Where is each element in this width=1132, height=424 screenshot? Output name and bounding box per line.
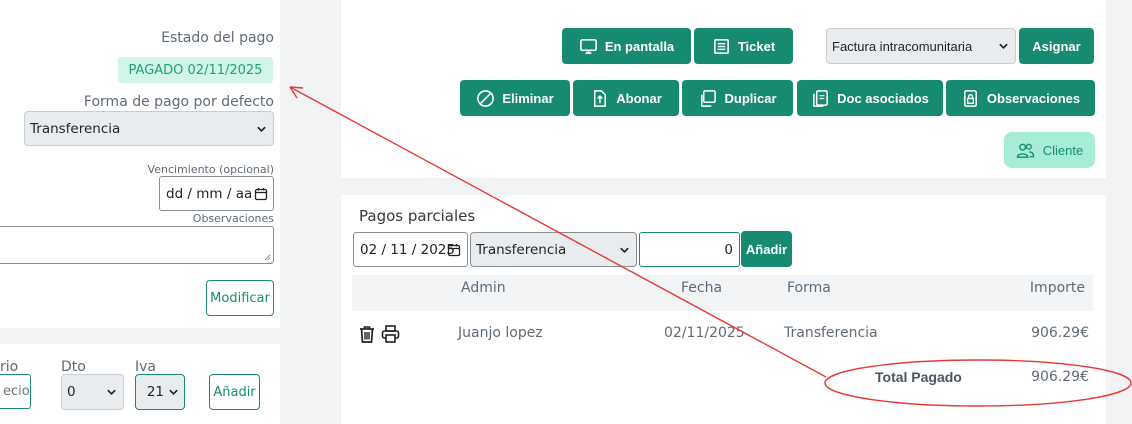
monitor-icon bbox=[579, 38, 597, 54]
status-badge: PAGADO 02/11/2025 bbox=[118, 57, 273, 83]
eliminar-label: Eliminar bbox=[502, 90, 554, 106]
precio-placeholder: ecio bbox=[3, 384, 30, 399]
cliente-button[interactable]: Cliente bbox=[1004, 132, 1095, 168]
observaciones-button[interactable]: Observaciones bbox=[946, 80, 1095, 116]
payment-method-value: Transferencia bbox=[30, 120, 121, 137]
total-pagado-value: 906.29€ bbox=[1031, 369, 1089, 385]
row-admin: Juanjo lopez bbox=[458, 325, 543, 341]
receipt-icon bbox=[713, 38, 729, 54]
vencimiento-label: Vencimiento (opcional) bbox=[147, 163, 274, 176]
precio-header: rio bbox=[0, 359, 19, 375]
vencimiento-date-input[interactable]: dd / mm / aaaa bbox=[159, 176, 274, 211]
payment-status-panel: Estado del pago PAGADO 02/11/2025 Forma … bbox=[0, 0, 280, 328]
abonar-label: Abonar bbox=[616, 90, 662, 106]
iva-header: Iva bbox=[135, 359, 156, 375]
col-forma: Forma bbox=[787, 280, 831, 296]
chevron-down-icon bbox=[999, 43, 1008, 50]
calendar-icon[interactable] bbox=[254, 187, 268, 201]
ticket-label: Ticket bbox=[737, 38, 776, 54]
doc-type-select[interactable]: Factura intracomunitaria bbox=[826, 28, 1016, 64]
observaciones-label: Observaciones bbox=[192, 212, 274, 225]
row-fecha: 02/11/2025 bbox=[664, 325, 745, 341]
add-line-button[interactable]: Añadir bbox=[209, 374, 260, 410]
documents-icon bbox=[813, 89, 829, 107]
doc-asociados-label: Doc asociados bbox=[837, 90, 929, 106]
modificar-button[interactable]: Modificar bbox=[206, 280, 274, 316]
cliente-label: Cliente bbox=[1042, 142, 1084, 158]
duplicar-label: Duplicar bbox=[724, 90, 777, 106]
pagos-title: Pagos parciales bbox=[359, 207, 476, 225]
abonar-button[interactable]: Abonar bbox=[573, 80, 679, 116]
trash-icon[interactable] bbox=[357, 324, 377, 344]
forma-label: Forma de pago por defecto bbox=[83, 94, 274, 110]
dto-value: 0 bbox=[67, 384, 76, 400]
dto-header: Dto bbox=[61, 359, 86, 375]
payment-date-value: 02 / 11 / 2025 bbox=[360, 241, 455, 258]
printer-icon[interactable] bbox=[380, 324, 401, 344]
observaciones-button-label: Observaciones bbox=[986, 90, 1081, 106]
users-icon bbox=[1016, 143, 1035, 158]
ban-icon bbox=[477, 89, 495, 107]
chevron-down-icon bbox=[107, 389, 116, 396]
payment-method-select-partial[interactable]: Transferencia bbox=[470, 232, 637, 267]
line-entry-panel: rio ecio Dto 0 Iva 21 Añadir bbox=[0, 344, 280, 424]
calendar-icon[interactable] bbox=[447, 243, 461, 257]
row-importe: 906.29€ bbox=[1031, 325, 1089, 341]
ticket-button[interactable]: Ticket bbox=[694, 28, 793, 64]
duplicar-button[interactable]: Duplicar bbox=[682, 80, 793, 116]
chevron-down-icon bbox=[620, 247, 629, 253]
en-pantalla-button[interactable]: En pantalla bbox=[562, 28, 691, 64]
pagos-parciales-panel: Pagos parciales 02 / 11 / 2025 Transfere… bbox=[341, 195, 1106, 424]
add-payment-button[interactable]: Añadir bbox=[741, 231, 792, 267]
resize-handle-icon[interactable] bbox=[264, 254, 271, 261]
actions-panel: En pantalla Ticket Factura intracomunita… bbox=[341, 0, 1106, 178]
col-fecha: Fecha bbox=[681, 280, 723, 296]
file-upload-icon bbox=[594, 89, 607, 107]
eliminar-button[interactable]: Eliminar bbox=[460, 80, 570, 116]
annotation-arrowhead bbox=[289, 86, 304, 99]
col-admin: Admin bbox=[461, 280, 506, 296]
estado-label: Estado del pago bbox=[161, 30, 274, 46]
payment-method-select[interactable]: Transferencia bbox=[24, 111, 274, 146]
col-importe: Importe bbox=[1029, 280, 1085, 296]
precio-input[interactable]: ecio bbox=[0, 374, 31, 409]
payment-date-input[interactable]: 02 / 11 / 2025 bbox=[353, 232, 468, 267]
lock-icon bbox=[963, 89, 977, 107]
doc-asociados-button[interactable]: Doc asociados bbox=[797, 80, 943, 116]
copy-icon bbox=[701, 89, 717, 107]
total-pagado-label: Total Pagado bbox=[875, 369, 962, 385]
chevron-down-icon bbox=[169, 389, 178, 396]
observaciones-textarea[interactable] bbox=[0, 226, 274, 264]
asignar-button[interactable]: Asignar bbox=[1019, 28, 1094, 64]
payment-method-partial-value: Transferencia bbox=[476, 241, 567, 258]
iva-value: 21 bbox=[146, 384, 164, 400]
payment-amount-value: 0 bbox=[724, 241, 733, 258]
payment-amount-input[interactable]: 0 bbox=[639, 232, 740, 267]
chevron-down-icon bbox=[257, 126, 266, 132]
vencimiento-placeholder: dd / mm / aaaa bbox=[166, 185, 252, 202]
doc-type-value: Factura intracomunitaria bbox=[832, 38, 973, 54]
iva-select[interactable]: 21 bbox=[135, 374, 185, 410]
dto-select[interactable]: 0 bbox=[61, 374, 124, 410]
row-forma: Transferencia bbox=[784, 325, 878, 341]
en-pantalla-label: En pantalla bbox=[604, 38, 675, 54]
